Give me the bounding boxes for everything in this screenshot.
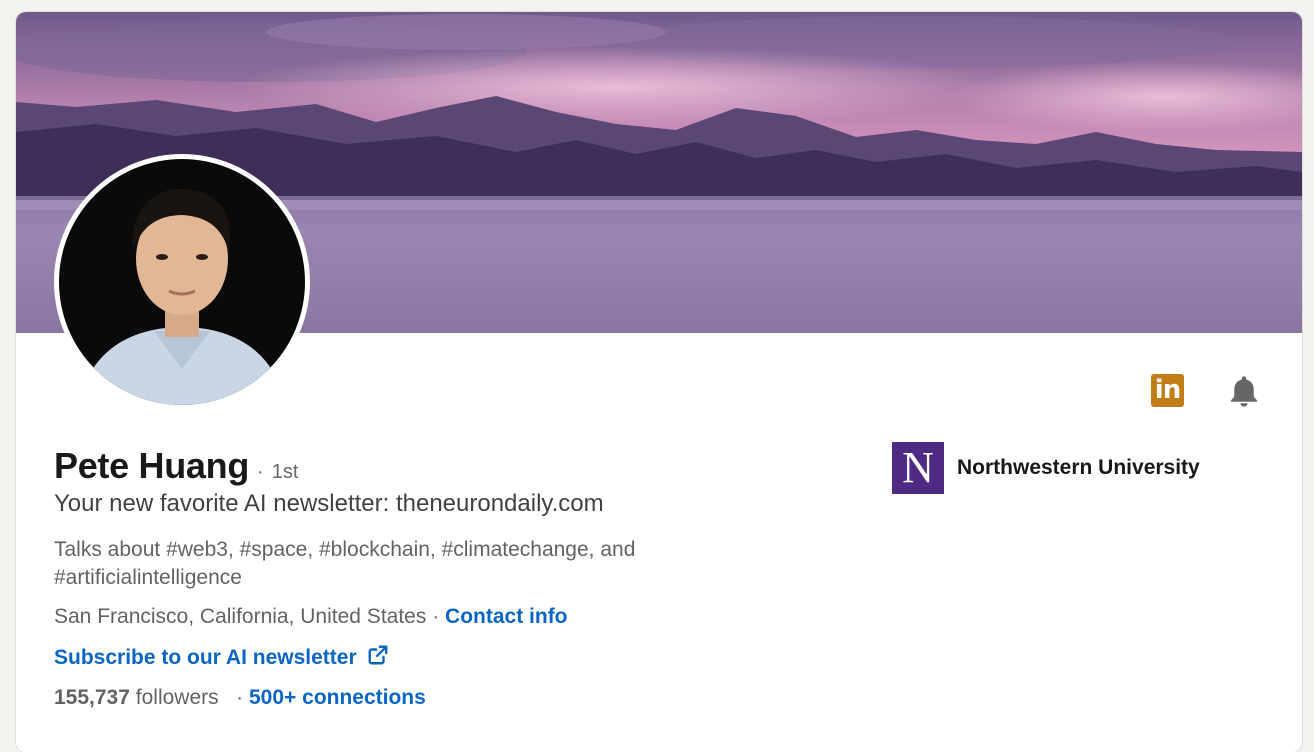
profile-headline: Your new favorite AI newsletter: theneur… xyxy=(54,490,604,517)
avatar xyxy=(59,159,305,405)
name-row: Pete Huang · 1st xyxy=(54,445,298,489)
custom-button-row: Subscribe to our AI newsletter xyxy=(54,644,389,672)
followers-row: 155,737 followers · 500+ connections xyxy=(54,686,426,710)
contact-info-link[interactable]: Contact info xyxy=(445,605,567,628)
profile-card: in Pete Huang · 1st Your new favorite AI… xyxy=(16,12,1302,752)
northwestern-logo: N xyxy=(892,442,944,494)
location: San Francisco, California, United States xyxy=(54,605,427,628)
talks-about: Talks about #web3, #space, #blockchain, … xyxy=(54,538,636,589)
location-separator: · xyxy=(432,605,440,628)
degree-separator: · xyxy=(257,461,264,483)
education-entry[interactable]: N Northwestern University xyxy=(892,442,1200,494)
connection-degree: 1st xyxy=(271,461,299,483)
external-link-icon[interactable] xyxy=(367,644,389,672)
connections-separator: · xyxy=(236,686,244,709)
connections-link[interactable]: 500+ connections xyxy=(249,686,426,709)
followers-label: followers xyxy=(135,686,219,709)
followers-count: 155,737 xyxy=(54,686,130,709)
education-name: Northwestern University xyxy=(957,456,1200,479)
profile-name: Pete Huang xyxy=(54,445,250,486)
subscribe-newsletter-link[interactable]: Subscribe to our AI newsletter xyxy=(54,646,357,670)
profile-photo[interactable] xyxy=(54,154,310,410)
linkedin-premium-icon[interactable]: in xyxy=(1151,374,1184,407)
bell-icon[interactable] xyxy=(1226,373,1262,414)
location-row: San Francisco, California, United States… xyxy=(54,605,568,629)
